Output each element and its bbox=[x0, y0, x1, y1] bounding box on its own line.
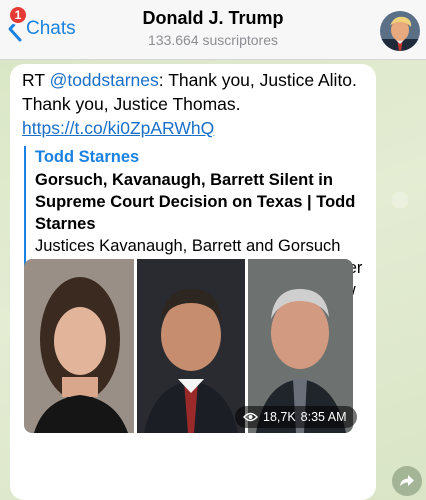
message-meta: 18,7K 8:35 AM bbox=[235, 406, 357, 428]
back-label: Chats bbox=[26, 18, 76, 39]
message-text: RT @toddstarnes: Thank you, Justice Alit… bbox=[22, 68, 367, 140]
unread-badge: 1 bbox=[8, 5, 28, 25]
channel-avatar[interactable] bbox=[380, 11, 420, 51]
chat-title: Donald J. Trump bbox=[142, 8, 284, 28]
avatar-image bbox=[380, 11, 420, 51]
chat-title-block[interactable]: Donald J. Trump 133.664 suscriptores bbox=[100, 8, 326, 48]
share-arrow-icon bbox=[400, 475, 414, 487]
mention-link[interactable]: @toddstarnes bbox=[50, 70, 159, 90]
view-count: 18,7K bbox=[263, 410, 296, 424]
forward-button[interactable] bbox=[392, 466, 422, 496]
message-prefix: RT bbox=[22, 70, 50, 90]
message-time: 8:35 AM bbox=[300, 410, 347, 424]
subscriber-count: 133.664 suscriptores bbox=[148, 32, 278, 48]
chat-header: Chats 1 Donald J. Trump 133.664 suscript… bbox=[0, 0, 426, 60]
eye-icon bbox=[243, 412, 258, 422]
message-url-link[interactable]: https://t.co/ki0ZpARWhQ bbox=[22, 118, 214, 138]
preview-title: Gorsuch, Kavanaugh, Barrett Silent in Su… bbox=[35, 171, 356, 233]
preview-site-name: Todd Starnes bbox=[35, 148, 140, 166]
